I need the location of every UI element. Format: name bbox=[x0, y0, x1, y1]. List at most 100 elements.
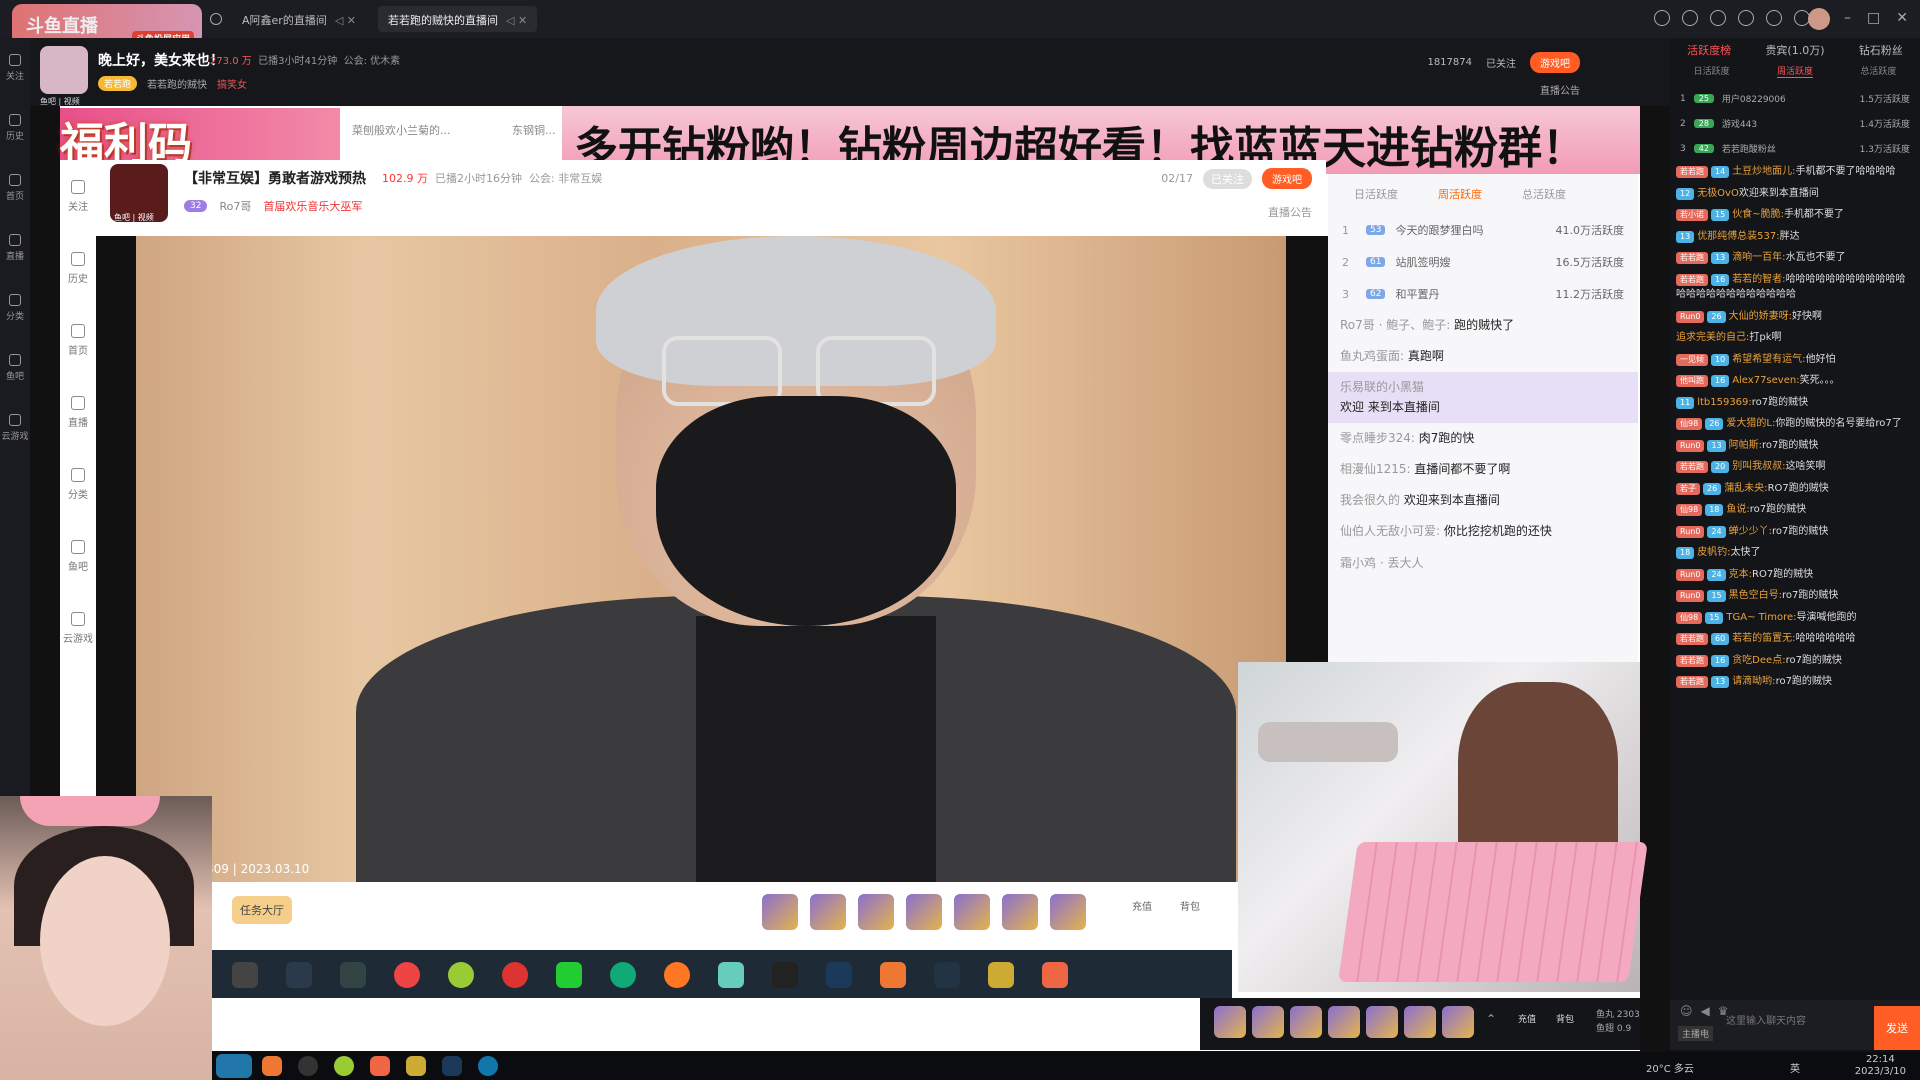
chat-username[interactable]: 黑色空白号: bbox=[1729, 590, 1782, 601]
recharge-button[interactable]: 充值 bbox=[1518, 1012, 1536, 1025]
emoji-icon[interactable]: ☺ bbox=[1680, 1004, 1693, 1018]
send-button[interactable]: 发送 bbox=[1874, 1006, 1920, 1050]
maximize-button[interactable]: □ bbox=[1867, 10, 1880, 26]
chat-username[interactable]: 皮帆钓: bbox=[1697, 547, 1730, 558]
chat-username[interactable]: 追求完美的自己: bbox=[1676, 332, 1749, 343]
minimize-button[interactable]: – bbox=[1844, 10, 1851, 26]
fan-badge[interactable]: Run0 bbox=[1676, 568, 1705, 581]
shirt-icon[interactable] bbox=[1738, 10, 1754, 26]
fan-badge[interactable]: 若小诺 bbox=[1676, 209, 1708, 222]
room-tag[interactable]: 搞笑女 bbox=[217, 76, 247, 91]
fan-badge[interactable]: 若若跑 bbox=[1676, 273, 1708, 286]
clock[interactable]: 22:14 2023/3/10 bbox=[1855, 1054, 1906, 1078]
chat-username[interactable]: 请滴呦哟: bbox=[1732, 676, 1775, 687]
fan-badge[interactable]: 若若跑 bbox=[1676, 676, 1708, 689]
notice-button[interactable]: 直播公告 bbox=[1540, 82, 1580, 97]
fan-badge[interactable]: 仙98 bbox=[1676, 504, 1703, 517]
gift-icon[interactable] bbox=[1290, 1006, 1322, 1038]
app-icon[interactable] bbox=[406, 1056, 426, 1076]
calendar-icon[interactable] bbox=[1710, 10, 1726, 26]
user-avatar[interactable] bbox=[1808, 8, 1830, 30]
close-window-button[interactable]: ✕ bbox=[1896, 10, 1908, 26]
nav-history[interactable]: 历史 bbox=[0, 98, 30, 158]
chat-username[interactable]: 大仙的娇妻呀: bbox=[1729, 311, 1792, 322]
tab-vip[interactable]: 贵宾(1.0万) bbox=[1765, 42, 1824, 58]
chat-username[interactable]: 若若的智者: bbox=[1732, 274, 1785, 285]
chat-username[interactable]: Alex77seven: bbox=[1732, 375, 1799, 386]
fan-badge[interactable]: Run0 bbox=[1676, 590, 1705, 603]
subtab-weekly[interactable]: 周活跃度 bbox=[1776, 64, 1813, 78]
chevron-up-icon[interactable]: ⌃ bbox=[1486, 1012, 1496, 1026]
fan-badge[interactable]: 若若跑 bbox=[1676, 166, 1708, 179]
nav-category[interactable]: 分类 bbox=[0, 278, 30, 338]
app-icon[interactable] bbox=[478, 1056, 498, 1076]
fan-badge[interactable]: 一见倾 bbox=[1676, 353, 1708, 366]
subtab-total[interactable]: 总活跃度 bbox=[1860, 64, 1896, 78]
history-icon[interactable] bbox=[1654, 10, 1670, 26]
chat-username[interactable]: 别叫我叔叔: bbox=[1732, 461, 1785, 472]
fan-badge[interactable]: Run0 bbox=[1676, 310, 1705, 323]
input-language[interactable]: 英 bbox=[1790, 1060, 1800, 1075]
chat-mode-label[interactable]: 主播电 bbox=[1678, 1026, 1714, 1041]
chat-rank-row[interactable]: 2 28 游戏443 1.4万活跃度 bbox=[1670, 111, 1920, 136]
chat-input[interactable]: 这里输入聊天内容 bbox=[1726, 1012, 1806, 1027]
app-icon[interactable] bbox=[216, 1054, 252, 1078]
fan-badge[interactable]: Run0 bbox=[1676, 525, 1705, 538]
nav-fishbar[interactable]: 鱼吧 bbox=[0, 338, 30, 398]
gift-icon[interactable] bbox=[1366, 1006, 1398, 1038]
fan-badge[interactable]: 若若跑 bbox=[1676, 654, 1708, 667]
fan-badge[interactable]: Run0 bbox=[1676, 439, 1705, 452]
chat-username[interactable]: 爱大猎的L: bbox=[1726, 418, 1775, 429]
nav-follow[interactable]: 关注 bbox=[0, 38, 30, 98]
tab-diamond[interactable]: 钻石粉丝 bbox=[1859, 42, 1903, 58]
gift-icon[interactable] bbox=[1328, 1006, 1360, 1038]
chat-username[interactable]: TGA~ Timore: bbox=[1726, 612, 1796, 623]
chat-username[interactable]: 贪吃Dee点: bbox=[1732, 655, 1785, 666]
fan-badge[interactable]: 他叫跑 bbox=[1676, 375, 1708, 388]
gift-icon[interactable] bbox=[1404, 1006, 1436, 1038]
nav-live[interactable]: 直播 bbox=[0, 218, 30, 278]
app-icon[interactable] bbox=[334, 1056, 354, 1076]
video-player[interactable]: 309 | 2023.03.10 bbox=[96, 236, 1328, 886]
fan-badge[interactable]: 若若跑 bbox=[1676, 461, 1708, 474]
room-tag[interactable]: 若若跑的贼快 bbox=[147, 76, 207, 91]
chat-username[interactable]: ltb159369: bbox=[1697, 397, 1752, 408]
chat-username[interactable]: 优那纯傅总装537: bbox=[1697, 231, 1779, 242]
chat-username[interactable]: 蝉少少丫: bbox=[1729, 526, 1772, 537]
chat-username[interactable]: 伙食~脆脆: bbox=[1732, 209, 1784, 220]
app-icon[interactable] bbox=[298, 1056, 318, 1076]
tab-activity[interactable]: 活跃度榜 bbox=[1687, 42, 1731, 58]
app-icon[interactable] bbox=[262, 1056, 282, 1076]
game-button[interactable]: 游戏吧 bbox=[1530, 52, 1580, 73]
fan-badge[interactable]: 若若跑 bbox=[1676, 633, 1708, 646]
chat-username[interactable]: 无极OvO bbox=[1697, 188, 1739, 199]
chat-rank-row[interactable]: 1 25 用户08229006 1.5万活跃度 bbox=[1670, 86, 1920, 111]
tab-ruoruo[interactable]: 若若跑的贼快的直播间 ◁ ✕ bbox=[378, 6, 538, 32]
follow-button[interactable]: 已关注 bbox=[1486, 55, 1516, 70]
chat-username[interactable]: 若若的笛置无: bbox=[1732, 633, 1795, 644]
chat-username[interactable]: 鱼说: bbox=[1726, 504, 1749, 515]
search-icon[interactable] bbox=[210, 13, 222, 25]
fan-badge[interactable]: 仙98 bbox=[1676, 611, 1703, 624]
close-icon[interactable]: ◁ ✕ bbox=[506, 14, 527, 27]
gift-icon[interactable] bbox=[1442, 1006, 1474, 1038]
backpack-button[interactable]: 背包 bbox=[1556, 1012, 1574, 1025]
douyu-icon[interactable] bbox=[370, 1056, 390, 1076]
nav-cloud-game[interactable]: 云游戏 bbox=[0, 398, 30, 458]
subtab-daily[interactable]: 日活跃度 bbox=[1694, 64, 1730, 78]
tab-axin[interactable]: A阿鑫er的直播间 ◁ ✕ bbox=[232, 6, 366, 32]
nav-home[interactable]: 首页 bbox=[0, 158, 30, 218]
message-icon[interactable] bbox=[1766, 10, 1782, 26]
chat-username[interactable]: 蒲乱未央: bbox=[1724, 483, 1767, 494]
fan-badge[interactable]: 若子 bbox=[1676, 482, 1700, 495]
chat-username[interactable]: 阿帕斯: bbox=[1729, 440, 1762, 451]
chat-rank-row[interactable]: 3 42 若若跑酸粉丝 1.3万活跃度 bbox=[1670, 136, 1920, 161]
fan-badge[interactable]: 若若跑 bbox=[1676, 252, 1708, 265]
steam-icon[interactable] bbox=[442, 1056, 462, 1076]
fan-badge[interactable]: 仙98 bbox=[1676, 418, 1703, 431]
heart-icon[interactable] bbox=[1682, 10, 1698, 26]
chat-username[interactable]: 希望希望有运气: bbox=[1732, 354, 1805, 365]
gift-icon[interactable] bbox=[1252, 1006, 1284, 1038]
chat-username[interactable]: 土豆炒地面儿: bbox=[1732, 166, 1795, 177]
weather-widget[interactable]: 20°C 多云 bbox=[1646, 1060, 1694, 1075]
